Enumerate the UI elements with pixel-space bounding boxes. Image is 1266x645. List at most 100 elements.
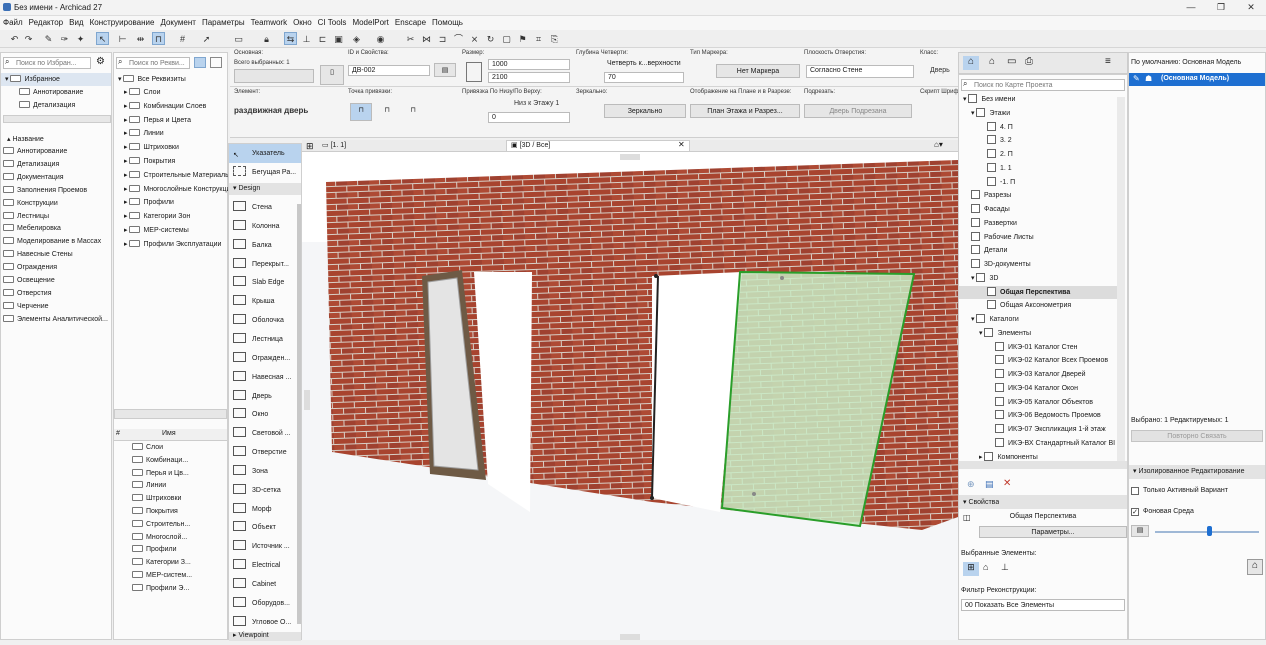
attribute-list-item[interactable]: Перья и Цв...	[132, 467, 222, 480]
attribute-folder[interactable]: ▸ Покрытия	[124, 155, 228, 168]
parameters-button[interactable]: Параметры...	[979, 526, 1127, 538]
properties-header[interactable]: ▾ Свойства	[963, 496, 999, 509]
close-tab-icon[interactable]: ✕	[678, 140, 685, 149]
anchor-center-icon[interactable]: ⊓	[376, 103, 398, 121]
tool-item[interactable]: Огражден...	[233, 349, 297, 368]
tool-item[interactable]: Перекрыт...	[233, 255, 297, 274]
nav-catalog[interactable]: ИКЭ-04 Каталог Окон	[995, 382, 1115, 396]
navigator-scrollbar[interactable]	[1117, 97, 1125, 461]
id-field[interactable]: ДВ-002	[348, 65, 430, 76]
attribute-list-item[interactable]: Строительн...	[132, 518, 222, 531]
nav-story[interactable]: 4. П	[987, 121, 1115, 135]
minimize-icon[interactable]: —	[1176, 2, 1206, 12]
favorites-group[interactable]: Лестницы	[3, 210, 109, 223]
favorites-folder[interactable]: Детализация	[19, 99, 75, 112]
fillet-icon[interactable]: ⌒	[452, 32, 465, 45]
add-view-icon[interactable]: ⊕	[967, 479, 975, 490]
menu-item[interactable]: Вид	[66, 16, 86, 29]
attribute-folder[interactable]: ▸ Многослойные Конструкции	[124, 183, 228, 196]
lock-icon[interactable]: 🔒︎	[260, 32, 273, 45]
reference-dropdown[interactable]: Низ к Этажу 1	[514, 100, 559, 107]
nav-view-folder[interactable]: Разрезы	[971, 189, 1115, 203]
filter-dropdown[interactable]: 00 Показать Все Элементы	[961, 599, 1125, 611]
sphere-icon[interactable]: ◉	[374, 32, 387, 45]
opacity-slider-thumb[interactable]	[1207, 526, 1212, 536]
eyedropper-icon[interactable]: ✎	[42, 32, 55, 45]
nav-story[interactable]: 3. 2	[987, 134, 1115, 148]
plane-dropdown[interactable]: Согласно Стене	[806, 65, 914, 78]
anchor-side-icon[interactable]: ⊓	[350, 103, 372, 121]
favorites-group[interactable]: Элементы Аналитической...	[3, 313, 109, 326]
elements-icon[interactable]: ⊞	[963, 562, 979, 576]
nav-catalog[interactable]: ИКЭ-02 Каталог Всех Проемов	[995, 354, 1115, 368]
tool-item[interactable]: Световой ...	[233, 424, 297, 443]
tool-item[interactable]: Electrical	[233, 556, 297, 575]
nav-catalog[interactable]: ИКЭ-05 Каталог Объектов	[995, 396, 1115, 410]
opening-type-buttons[interactable]	[234, 69, 314, 83]
maximize-icon[interactable]: ❐	[1206, 2, 1236, 13]
section-icon[interactable]: ⊥	[300, 32, 313, 45]
tool-pointer[interactable]: ↖ Указатель	[233, 144, 297, 163]
gear-icon[interactable]: ⚙	[96, 56, 105, 67]
favorites-folder[interactable]: Аннотирование	[19, 86, 83, 99]
toolbox-scrollbar[interactable]	[297, 204, 301, 624]
menu-item[interactable]: Enscape	[392, 16, 429, 29]
tab-3d[interactable]: ▣ [3D / Все]	[506, 140, 690, 152]
viewport-side-handle[interactable]	[304, 390, 310, 410]
favorites-search-input[interactable]: Поиск по Избран...	[3, 57, 91, 69]
attribute-list-item[interactable]: Слои	[132, 441, 222, 454]
tool-item[interactable]: Морф	[233, 500, 297, 519]
attribute-folder[interactable]: ▸ Комбинации Слоев	[124, 100, 228, 113]
attribute-folder[interactable]: ▸ Перья и Цвета	[124, 114, 228, 127]
attribute-folder[interactable]: ▸ MEP-системы	[124, 224, 228, 237]
nav-catalog[interactable]: ИКЭ-06 Ведомость Проемов	[995, 409, 1115, 423]
nav-axonometry[interactable]: Общая Аксонометрия	[987, 299, 1115, 313]
split-icon[interactable]: ⋈	[420, 32, 433, 45]
layer-icon[interactable]: ▭	[232, 32, 245, 45]
attributes-search-input[interactable]: Поиск по Рекви...	[116, 57, 190, 69]
nav-perspective[interactable]: Общая Перспектива	[987, 286, 1115, 300]
menu-item[interactable]: CI Tools	[315, 16, 350, 29]
class-value[interactable]: Дверь	[930, 67, 950, 74]
stairs-icon[interactable]: ⊥	[1001, 562, 1009, 573]
menu-icon[interactable]: ≡	[1105, 56, 1111, 67]
tool-item[interactable]: 3D-сетка	[233, 481, 297, 500]
model-row[interactable]: ✎ ☗ (Основная Модель)	[1129, 73, 1265, 86]
scissors-icon[interactable]: ✂	[404, 32, 417, 45]
publish-icon[interactable]: ⎘	[548, 32, 561, 45]
tool-item[interactable]: Slab Edge	[233, 273, 297, 292]
attribute-folder[interactable]: ▸ Слои	[124, 86, 228, 99]
viewpoint-group-header[interactable]: ▸ Viewpoint	[233, 630, 297, 641]
anchor-other-icon[interactable]: ⊓	[402, 103, 424, 121]
layout-book-icon[interactable]: ▭	[1007, 56, 1016, 67]
tool-item[interactable]: Угловое О...	[233, 613, 297, 632]
intersect-icon[interactable]: ⨯	[468, 32, 481, 45]
favorites-group[interactable]: Отверстия	[3, 287, 109, 300]
tool-item[interactable]: Объект	[233, 518, 297, 537]
view-settings-icon[interactable]: ▤	[985, 479, 994, 490]
syringe-icon[interactable]: ✑	[58, 32, 71, 45]
favorites-group[interactable]: Аннотирование	[3, 145, 109, 158]
attribute-list-item[interactable]: Комбинаци...	[132, 454, 222, 467]
undo-icon[interactable]: ↶	[8, 32, 21, 45]
tool-item[interactable]: Лестница	[233, 330, 297, 349]
design-group-header[interactable]: ▾ Design	[233, 182, 297, 195]
tool-item[interactable]: Крыша	[233, 292, 297, 311]
nav-stories[interactable]: ▾ Этажи	[971, 107, 1115, 121]
menu-item[interactable]: ModelPort	[349, 16, 391, 29]
favorites-group[interactable]: Моделирование в Массах	[3, 235, 109, 248]
attribute-folder[interactable]: ▸ Профили Эксплуатации	[124, 238, 228, 251]
favorites-group[interactable]: Ограждения	[3, 261, 109, 274]
attribute-list-item[interactable]: Категории З...	[132, 556, 222, 569]
tab-grid-icon[interactable]: ⊞	[306, 141, 314, 152]
navigator-hscrollbar[interactable]	[959, 461, 1127, 469]
tool-item[interactable]: Источник ...	[233, 537, 297, 556]
active-only-checkbox[interactable]	[1131, 487, 1139, 495]
tool-item[interactable]: Колонна	[233, 217, 297, 236]
tab-plan[interactable]: ▭ [1. 1]	[322, 141, 502, 149]
render-icon[interactable]: ◈	[350, 32, 363, 45]
favorites-group[interactable]: Освещение	[3, 274, 109, 287]
tool-marquee[interactable]: Бегущая Ра...	[233, 163, 297, 182]
attribute-folder[interactable]: ▸ Категории Зон	[124, 210, 228, 223]
attribute-list-item[interactable]: MEP-систем...	[132, 569, 222, 582]
